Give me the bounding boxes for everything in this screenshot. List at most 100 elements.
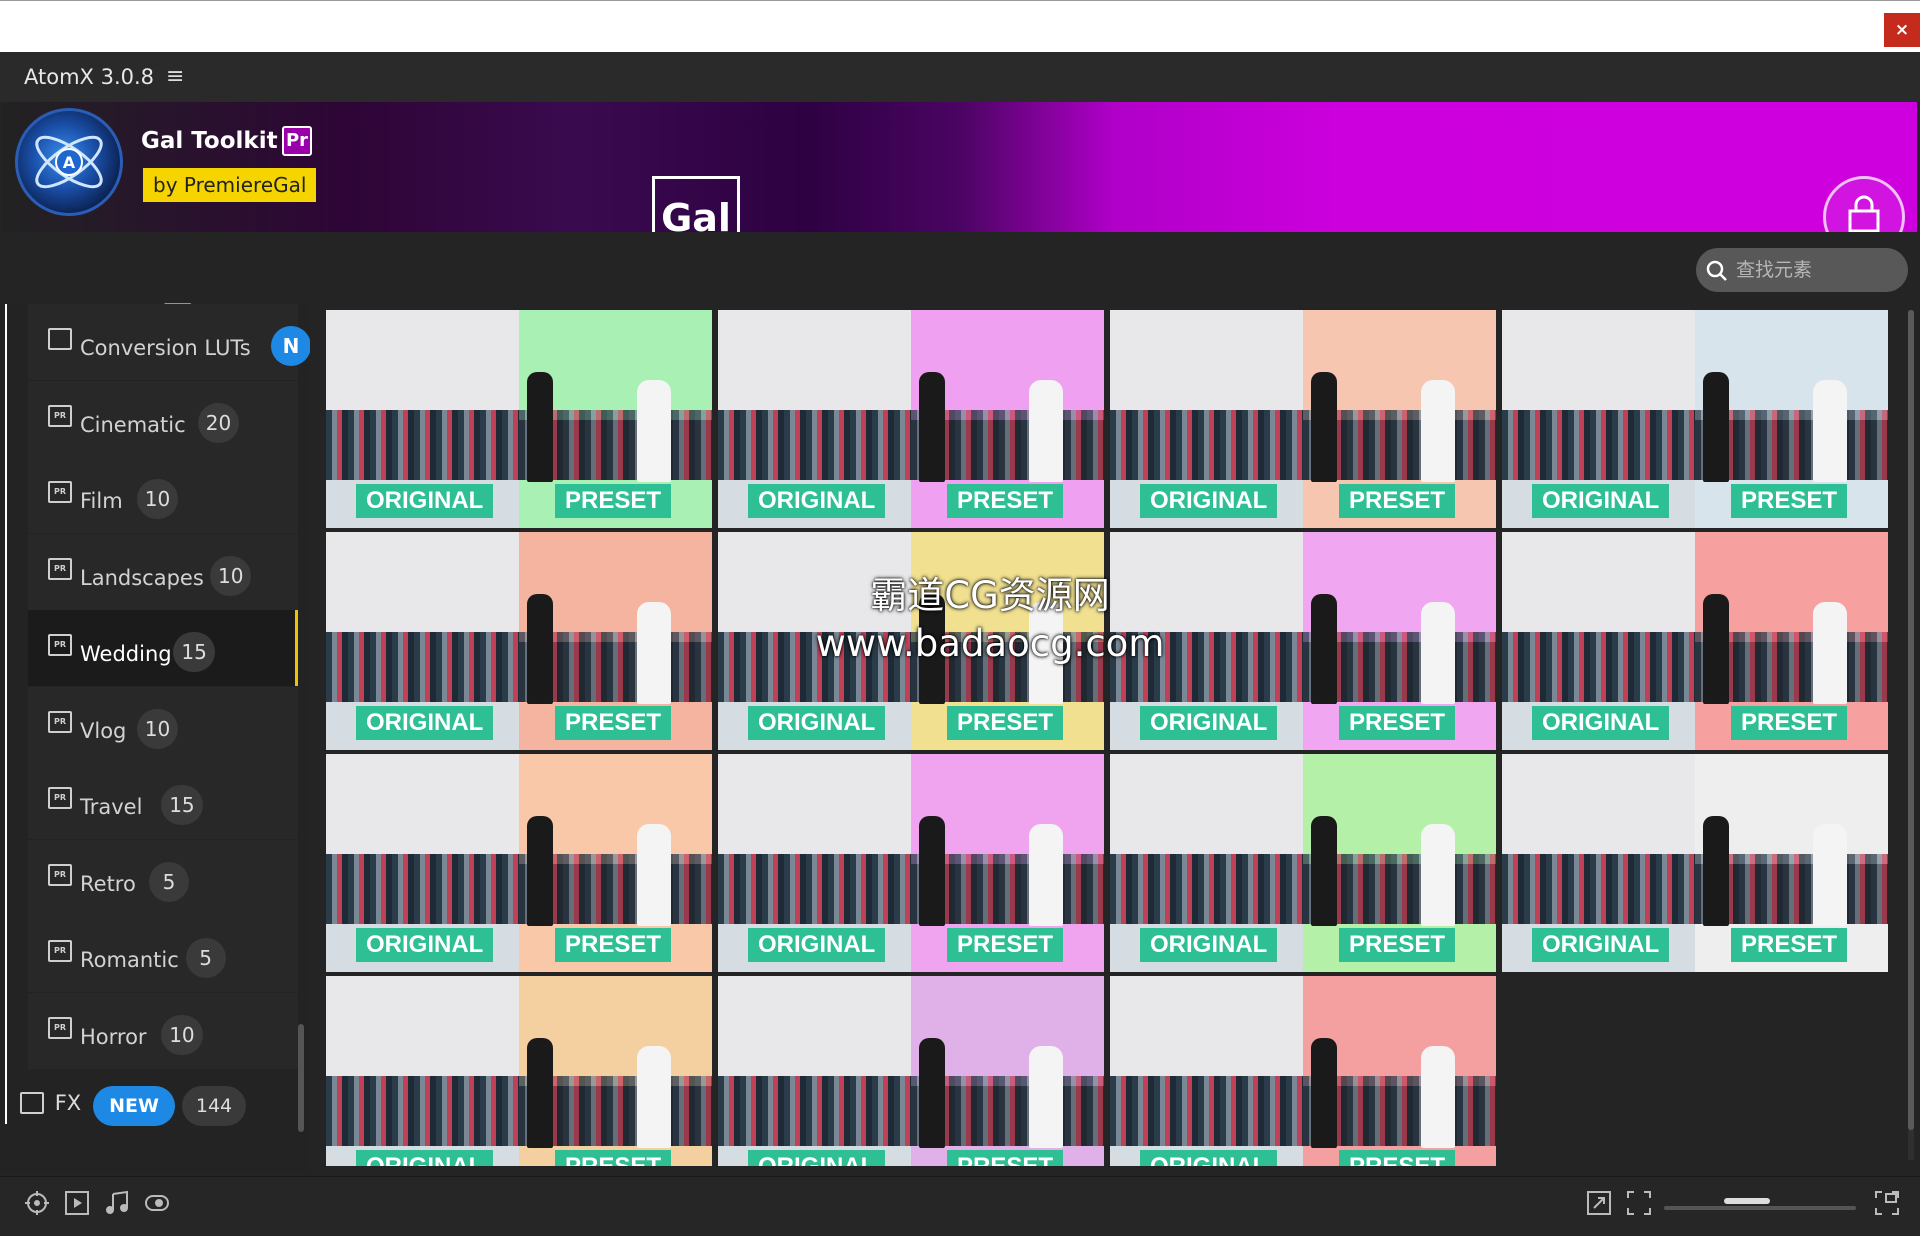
shopping-bag-icon[interactable] — [1823, 176, 1905, 232]
target-icon[interactable] — [24, 1190, 50, 1216]
gal-logo: Gal — [652, 176, 740, 232]
preset-preview: PRESET — [519, 310, 712, 528]
preset-tag: PRESET — [947, 706, 1064, 740]
preset-tile[interactable]: ORIGINAL PRESET — [1502, 754, 1888, 972]
preset-preview: PRESET — [1695, 754, 1888, 972]
fit-icon[interactable] — [1626, 1190, 1652, 1216]
sidebar-item-label: Landscapes — [80, 565, 204, 590]
fx-count-badge: 144 — [182, 1086, 246, 1126]
sidebar-item-retro[interactable]: PR Retro 5 — [28, 839, 298, 916]
preset-tile[interactable]: ORIGINAL PRESET — [326, 976, 712, 1166]
original-preview: ORIGINAL — [1502, 532, 1695, 750]
premiere-project-icon: PR — [48, 404, 72, 427]
original-preview: ORIGINAL — [1502, 310, 1695, 528]
original-tag: ORIGINAL — [748, 706, 886, 740]
count-badge: N — [271, 326, 310, 366]
sidebar-item-label: Romantic — [80, 948, 179, 972]
original-preview: ORIGINAL — [326, 532, 519, 750]
play-icon[interactable] — [64, 1190, 90, 1216]
preset-tile[interactable]: ORIGINAL PRESET — [326, 310, 712, 528]
sidebar-item-cinematic[interactable]: PR Cinematic 20 — [28, 380, 298, 457]
premiere-project-icon: PR — [48, 940, 72, 962]
preset-tile[interactable]: ORIGINAL PRESET — [1110, 310, 1496, 528]
preset-preview: PRESET — [911, 310, 1104, 528]
preset-preview: PRESET — [519, 532, 712, 750]
preset-preview: PRESET — [1303, 532, 1496, 750]
sidebar-item-travel[interactable]: PR Travel 15 — [28, 763, 298, 839]
preset-tile[interactable]: ORIGINAL PRESET — [1110, 976, 1496, 1166]
original-preview: ORIGINAL — [1110, 976, 1303, 1166]
preset-preview: PRESET — [1695, 310, 1888, 528]
sidebar-item-label: Retro — [80, 871, 136, 896]
preset-tile[interactable]: ORIGINAL PRESET — [718, 976, 1104, 1166]
sidebar-item-label: Wedding — [80, 642, 172, 666]
watermark-line2: www.badaocg.com — [815, 622, 1165, 665]
original-tag: ORIGINAL — [1140, 1150, 1278, 1166]
premiere-project-icon: PR — [48, 787, 72, 809]
sidebar-scrollbar[interactable] — [298, 1024, 304, 1132]
preset-tile[interactable]: ORIGINAL PRESET — [718, 310, 1104, 528]
preset-tag: PRESET — [947, 1150, 1064, 1166]
app-title: AtomX 3.0.8 — [24, 65, 155, 89]
zoom-slider-knob[interactable] — [1724, 1198, 1770, 1204]
search-input[interactable]: 查找元素 — [1696, 248, 1908, 292]
preset-tag: PRESET — [1339, 1150, 1456, 1166]
preset-tile[interactable]: ORIGINAL PRESET — [326, 754, 712, 972]
original-tag: ORIGINAL — [1140, 706, 1278, 740]
original-preview: ORIGINAL — [1110, 310, 1303, 528]
sidebar-item-romantic[interactable]: PR Romantic 5 — [28, 916, 298, 992]
preset-preview: PRESET — [1303, 754, 1496, 972]
original-preview: ORIGINAL — [718, 976, 911, 1166]
preset-tag: PRESET — [555, 1150, 672, 1166]
original-preview: ORIGINAL — [326, 976, 519, 1166]
new-badge: NEW — [93, 1086, 175, 1126]
atomx-logo: A — [15, 108, 123, 216]
by-label: by PremiereGal — [143, 168, 317, 202]
preset-tag: PRESET — [1731, 928, 1848, 962]
preset-preview: PRESET — [1303, 976, 1496, 1166]
preset-tile[interactable]: ORIGINAL PRESET — [1110, 754, 1496, 972]
zoom-slider[interactable] — [1664, 1206, 1856, 1210]
sidebar-item-vlog[interactable]: PR Vlog 10 — [28, 686, 298, 763]
eye-icon[interactable] — [144, 1190, 170, 1216]
sidebar-item-horror[interactable]: PR Horror 10 — [28, 992, 298, 1069]
original-preview: ORIGINAL — [326, 310, 519, 528]
sidebar-item-wedding[interactable]: PR Wedding 15 — [28, 610, 298, 686]
sidebar-item-landscapes[interactable]: PR Landscapes 10 — [28, 533, 298, 610]
count-badge: 5 — [149, 861, 189, 902]
premiere-project-icon: PR — [48, 710, 72, 733]
sidebar-item-conversion-luts[interactable]: Conversion LUTs N — [28, 304, 310, 380]
original-tag: ORIGINAL — [1140, 484, 1278, 518]
premiere-project-icon: PR — [48, 1016, 72, 1039]
sidebar-item-film[interactable]: PR Film 10 — [28, 457, 298, 533]
watermark: 霸道CG资源网 www.badaocg.com — [770, 572, 1210, 668]
search-icon — [1706, 260, 1727, 281]
close-button[interactable]: × — [1884, 13, 1920, 47]
count-badge: 10 — [210, 555, 252, 596]
preset-tile[interactable]: ORIGINAL PRESET — [326, 532, 712, 750]
original-tag: ORIGINAL — [356, 706, 494, 740]
count-badge: 5 — [185, 938, 226, 978]
expand-icon[interactable] — [1586, 1190, 1612, 1216]
preset-tile[interactable]: ORIGINAL PRESET — [718, 754, 1104, 972]
fullscreen-icon[interactable] — [1874, 1190, 1900, 1216]
preset-tag: PRESET — [1339, 706, 1456, 740]
preset-preview: PRESET — [1695, 532, 1888, 750]
fx-label: FX — [54, 1091, 82, 1115]
hamburger-menu-icon[interactable]: ≡ — [166, 64, 184, 89]
folder-icon — [20, 1092, 44, 1114]
premiere-project-icon: PR — [48, 557, 72, 580]
count-badge: 15 — [173, 632, 215, 672]
original-tag: ORIGINAL — [1140, 928, 1278, 962]
original-tag: ORIGINAL — [1532, 706, 1670, 740]
fx-category[interactable]: FX — [20, 1090, 81, 1115]
preset-tag: PRESET — [947, 484, 1064, 518]
grid-scrollbar[interactable] — [1908, 310, 1914, 1130]
preset-tile[interactable]: ORIGINAL PRESET — [1502, 532, 1888, 750]
music-note-icon[interactable] — [104, 1190, 130, 1216]
original-tag: ORIGINAL — [1532, 928, 1670, 962]
preset-tile[interactable]: ORIGINAL PRESET — [1502, 310, 1888, 528]
banner: A Gal Toolkit Pr Gal — [3, 102, 1917, 232]
sidebar-item-label: Conversion LUTs — [80, 336, 251, 360]
preset-tag: PRESET — [1731, 484, 1848, 518]
